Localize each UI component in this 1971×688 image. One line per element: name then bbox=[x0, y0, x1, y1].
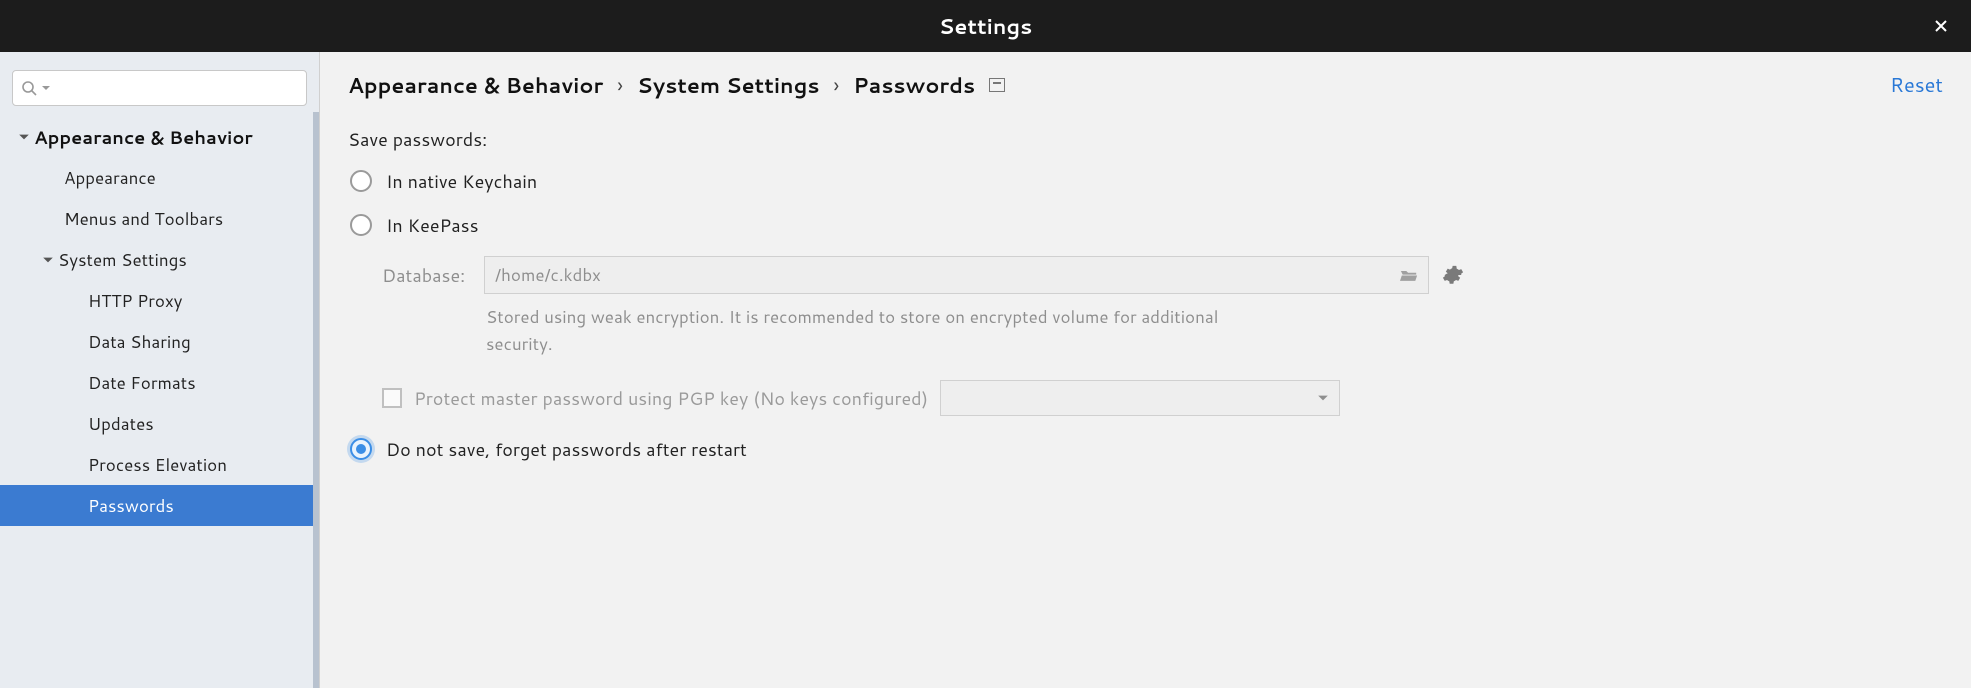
database-label: Database: bbox=[382, 262, 472, 288]
tree-item-label: System Settings bbox=[58, 248, 187, 272]
close-button[interactable] bbox=[1927, 12, 1955, 40]
tree-item-label: Updates bbox=[88, 412, 154, 436]
database-path-value: /home/c.kdbx bbox=[495, 263, 601, 287]
tree-item-appearance-and-behavior[interactable]: Appearance & Behavior bbox=[0, 116, 319, 157]
chevron-down-icon bbox=[38, 254, 58, 266]
breadcrumb-mid[interactable]: System Settings bbox=[637, 70, 819, 100]
tree-item-updates[interactable]: Updates bbox=[0, 403, 319, 444]
settings-tree: Appearance & Behavior Appearance Menus a… bbox=[0, 116, 319, 688]
tree-item-label: Appearance & Behavior bbox=[34, 124, 253, 150]
tree-item-date-formats[interactable]: Date Formats bbox=[0, 362, 319, 403]
window-titlebar: Settings bbox=[0, 0, 1971, 52]
tree-item-label: Passwords bbox=[88, 494, 174, 518]
breadcrumb-leaf: Passwords bbox=[853, 70, 975, 100]
database-settings-button[interactable] bbox=[1441, 263, 1465, 287]
breadcrumb-separator-icon: › bbox=[617, 70, 623, 100]
option-do-not-save[interactable]: Do not save, forget passwords after rest… bbox=[350, 436, 1943, 462]
option-native-keychain[interactable]: In native Keychain bbox=[350, 168, 1943, 194]
settings-scope-icon bbox=[989, 78, 1005, 92]
tree-item-label: Menus and Toolbars bbox=[64, 207, 223, 231]
search-box[interactable] bbox=[12, 70, 307, 106]
radio-label: In KeePass bbox=[386, 212, 479, 238]
scrollbar[interactable] bbox=[313, 112, 319, 688]
chevron-down-icon bbox=[1317, 392, 1329, 404]
search-input[interactable] bbox=[55, 80, 298, 97]
radio-label: Do not save, forget passwords after rest… bbox=[386, 436, 747, 462]
pgp-checkbox[interactable] bbox=[382, 388, 402, 408]
radio-icon bbox=[350, 214, 372, 236]
tree-item-process-elevation[interactable]: Process Elevation bbox=[0, 444, 319, 485]
reset-button[interactable]: Reset bbox=[1890, 71, 1943, 99]
breadcrumb-separator-icon: › bbox=[833, 70, 839, 100]
tree-item-menus-and-toolbars[interactable]: Menus and Toolbars bbox=[0, 198, 319, 239]
radio-icon bbox=[350, 438, 372, 460]
settings-sidebar: Appearance & Behavior Appearance Menus a… bbox=[0, 52, 320, 688]
window-title: Settings bbox=[939, 11, 1033, 41]
close-icon bbox=[1933, 18, 1949, 34]
tree-item-label: Data Sharing bbox=[88, 330, 191, 354]
search-options-caret-icon bbox=[41, 83, 51, 93]
tree-item-label: Process Elevation bbox=[88, 453, 227, 477]
folder-open-icon[interactable] bbox=[1400, 268, 1418, 283]
breadcrumb: Appearance & Behavior › System Settings … bbox=[348, 70, 1943, 100]
tree-item-http-proxy[interactable]: HTTP Proxy bbox=[0, 280, 319, 321]
breadcrumb-root[interactable]: Appearance & Behavior bbox=[348, 70, 603, 100]
tree-item-system-settings[interactable]: System Settings bbox=[0, 239, 319, 280]
radio-icon bbox=[350, 170, 372, 192]
database-help-text: Stored using weak encryption. It is reco… bbox=[486, 304, 1236, 358]
pgp-label: Protect master password using PGP key (N… bbox=[414, 385, 928, 411]
search-icon bbox=[21, 80, 37, 96]
chevron-down-icon bbox=[14, 131, 34, 143]
tree-item-label: Date Formats bbox=[88, 371, 196, 395]
tree-item-label: Appearance bbox=[64, 166, 156, 190]
tree-item-data-sharing[interactable]: Data Sharing bbox=[0, 321, 319, 362]
database-path-field[interactable]: /home/c.kdbx bbox=[484, 256, 1429, 294]
save-passwords-heading: Save passwords: bbox=[348, 126, 1943, 152]
tree-item-appearance[interactable]: Appearance bbox=[0, 157, 319, 198]
gear-icon bbox=[1442, 264, 1464, 286]
option-keepass[interactable]: In KeePass bbox=[350, 212, 1943, 238]
tree-item-passwords[interactable]: Passwords bbox=[0, 485, 319, 526]
pgp-key-combo[interactable] bbox=[940, 380, 1340, 416]
tree-item-label: HTTP Proxy bbox=[88, 289, 182, 313]
settings-content: Appearance & Behavior › System Settings … bbox=[320, 52, 1971, 688]
radio-label: In native Keychain bbox=[386, 168, 537, 194]
